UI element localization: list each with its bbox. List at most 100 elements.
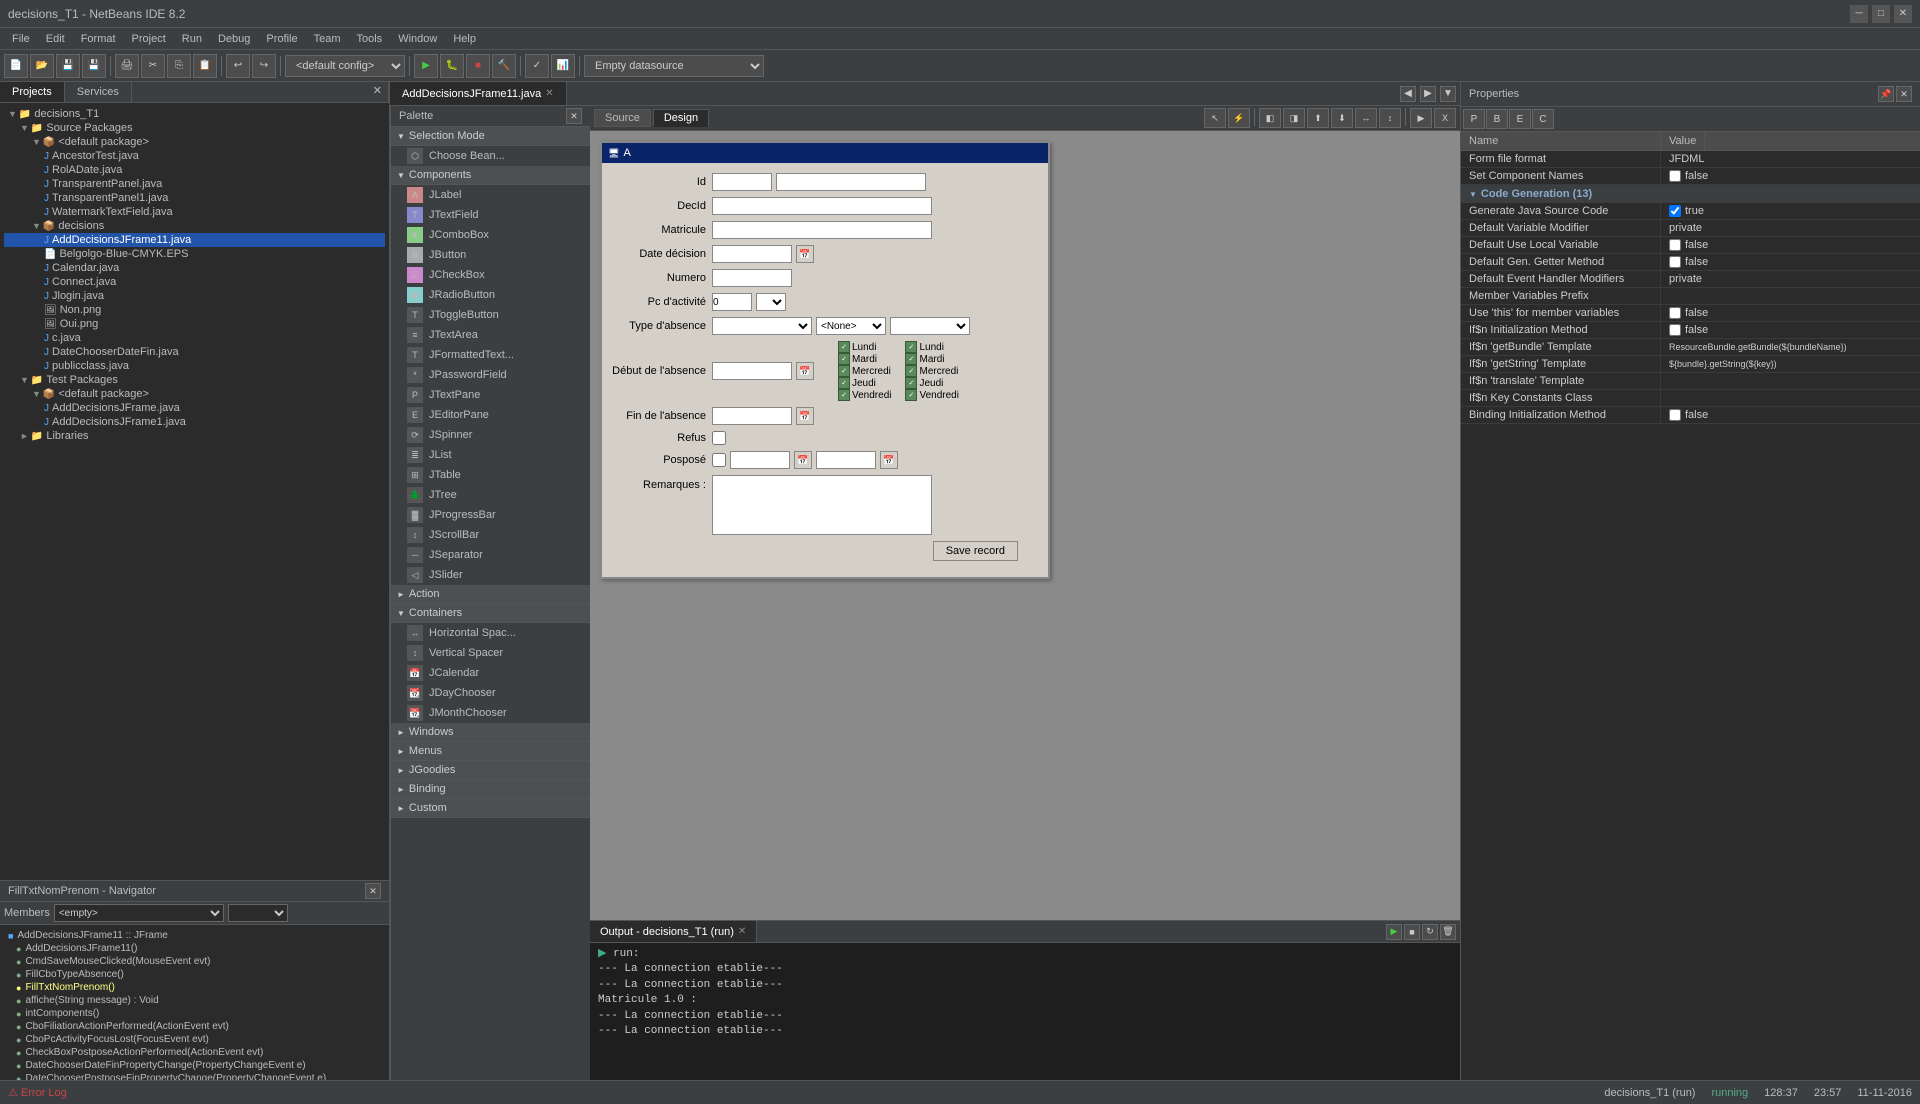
cut-button[interactable]: ✂ [141, 54, 165, 78]
checkbox-jeudi2[interactable]: ✓ [905, 377, 917, 389]
tree-c-java[interactable]: Jc.java [4, 331, 385, 345]
prop-value-binding-init[interactable]: false [1661, 407, 1920, 423]
tree-root[interactable]: ▼ 📁 decisions_T1 [4, 107, 385, 121]
prop-value-default-var-modifier[interactable]: private [1661, 220, 1920, 236]
prop-value-if8n-getstring[interactable]: ${bundle}.getString(${key}) [1661, 356, 1920, 372]
form-select-type-absence3[interactable] [890, 317, 970, 335]
tree-decisions-pkg[interactable]: ▼📦decisions [4, 219, 385, 233]
palette-item-jdaychooser[interactable]: 📆JDayChooser [391, 683, 590, 703]
minimize-button[interactable]: ─ [1850, 5, 1868, 23]
nav-item-cmdsave[interactable]: ●CmdSaveMouseClicked(MouseEvent evt) [4, 955, 385, 968]
props-events-btn[interactable]: E [1509, 109, 1531, 129]
palette-section-windows[interactable]: ► Windows [391, 723, 590, 742]
form-input-id1[interactable] [712, 173, 772, 191]
menu-file[interactable]: File [4, 31, 38, 47]
tree-roldate-java[interactable]: JRolADate.java [4, 163, 385, 177]
tab-close-icon[interactable]: ✕ [545, 88, 553, 99]
profile-btn[interactable]: 📊 [551, 54, 575, 78]
palette-item-jspinner[interactable]: ⟳JSpinner [391, 425, 590, 445]
output-close-icon[interactable]: ✕ [738, 926, 746, 937]
tree-transparent1-java[interactable]: JTransparentPanel1.java [4, 191, 385, 205]
prop-checkbox-gen-java[interactable] [1669, 205, 1681, 217]
date-decision-picker[interactable]: 📅 [796, 245, 814, 263]
nav-close[interactable]: ✕ [365, 883, 381, 899]
tree-default-pkg[interactable]: ▼📦<default package> [4, 135, 385, 149]
prop-value-set-component-names[interactable]: false [1661, 168, 1920, 184]
nav-item-datepostpose[interactable]: ●DateChooserPostposeFinPropertyChange(Pr… [4, 1072, 385, 1080]
checkbox-lundi[interactable]: ✓ [838, 341, 850, 353]
tree-calendar-java[interactable]: JCalendar.java [4, 261, 385, 275]
tree-ancestor-java[interactable]: JAncestorTest.java [4, 149, 385, 163]
maximize-button[interactable]: □ [1872, 5, 1890, 23]
datasource-dropdown[interactable]: Empty datasource [584, 55, 764, 77]
checkbox-lundi2[interactable]: ✓ [905, 341, 917, 353]
nav-item-checkbox[interactable]: ●CheckBoxPostposeActionPerformed(ActionE… [4, 1046, 385, 1059]
palette-close[interactable]: ✕ [566, 108, 582, 124]
save-button[interactable]: 💾 [56, 54, 80, 78]
paste-button[interactable]: 📋 [193, 54, 217, 78]
pospose-picker2[interactable]: 📅 [880, 451, 898, 469]
run-button[interactable]: ▶ [414, 54, 438, 78]
nav-item-constructor[interactable]: ●AddDecisionsJFrame11() [4, 942, 385, 955]
debut-absence-picker[interactable]: 📅 [796, 362, 814, 380]
props-code-btn[interactable]: C [1532, 109, 1554, 129]
form-textarea-remarques[interactable] [712, 475, 932, 535]
undo-button[interactable]: ↩ [226, 54, 250, 78]
save-all-button[interactable]: 💾 [82, 54, 106, 78]
editor-tab-main[interactable]: AddDecisionsJFrame11.java ✕ [390, 82, 567, 105]
services-tab[interactable]: Services [65, 82, 132, 102]
checkbox-mercredi2[interactable]: ✓ [905, 365, 917, 377]
menu-debug[interactable]: Debug [210, 31, 258, 47]
palette-item-jbutton[interactable]: BJButton [391, 245, 590, 265]
center-v[interactable]: ↕ [1379, 108, 1401, 128]
clean-build-button[interactable]: 🔨 [492, 54, 516, 78]
nav-item-filltxt[interactable]: ●FillTxtNomPrenom() [4, 981, 385, 994]
connect-tool[interactable]: ⚡ [1228, 108, 1250, 128]
props-section-code-gen[interactable]: ▼ Code Generation (13) [1461, 185, 1920, 203]
form-input-id2[interactable] [776, 173, 926, 191]
redo-button[interactable]: ↪ [252, 54, 276, 78]
form-select-type-absence[interactable] [712, 317, 812, 335]
checkbox-mardi2[interactable]: ✓ [905, 353, 917, 365]
menu-format[interactable]: Format [73, 31, 124, 47]
close-button[interactable]: ✕ [1894, 5, 1912, 23]
prev-editor-button[interactable]: ◀ [1400, 86, 1416, 102]
next-editor-button[interactable]: ▶ [1420, 86, 1436, 102]
prop-value-if8n-init[interactable]: false [1661, 322, 1920, 338]
prop-value-default-gen-getter[interactable]: false [1661, 254, 1920, 270]
align-bottom[interactable]: ⬇ [1331, 108, 1353, 128]
palette-item-jtextpane[interactable]: PJTextPane [391, 385, 590, 405]
output-stop-btn[interactable]: ■ [1404, 924, 1420, 940]
palette-item-jcalendar[interactable]: 📅JCalendar [391, 663, 590, 683]
form-input-pospose2[interactable] [816, 451, 876, 469]
align-top[interactable]: ⬆ [1307, 108, 1329, 128]
props-binding-btn[interactable]: B [1486, 109, 1508, 129]
palette-item-jmonthchooser[interactable]: 📆JMonthChooser [391, 703, 590, 723]
nav-item-cbopc[interactable]: ●CboPcActivityFocusLost(FocusEvent evt) [4, 1033, 385, 1046]
form-select-pc-activite[interactable] [756, 293, 786, 311]
checkbox-mercredi[interactable]: ✓ [838, 365, 850, 377]
tree-belgolgo[interactable]: 📄Belgolgo-Blue-CMYK.EPS [4, 247, 385, 261]
prop-value-use-this[interactable]: false [1661, 305, 1920, 321]
output-rerun-btn[interactable]: ↻ [1422, 924, 1438, 940]
palette-item-hspacer[interactable]: ↔Horizontal Spac... [391, 623, 590, 643]
pospose-picker1[interactable]: 📅 [794, 451, 812, 469]
menu-edit[interactable]: Edit [38, 31, 73, 47]
palette-item-jcheckbox[interactable]: ☑JCheckBox [391, 265, 590, 285]
preview-button[interactable]: ▶ [1410, 108, 1432, 128]
output-run-btn[interactable]: ▶ [1386, 924, 1402, 940]
palette-section-components[interactable]: ▼ Components [391, 166, 590, 185]
tree-non-png[interactable]: 🖼Non.png [4, 303, 385, 317]
palette-item-jcombobox[interactable]: ▼JComboBox [391, 225, 590, 245]
tree-test-packages[interactable]: ▼📁Test Packages [4, 373, 385, 387]
nav-item-cbofil[interactable]: ●CboFiliationActionPerformed(ActionEvent… [4, 1020, 385, 1033]
tree-watermark-java[interactable]: JWatermarkTextField.java [4, 205, 385, 219]
tree-transparent-java[interactable]: JTransparentPanel.java [4, 177, 385, 191]
checkbox-jeudi[interactable]: ✓ [838, 377, 850, 389]
center-h[interactable]: ↔ [1355, 108, 1377, 128]
config-dropdown[interactable]: <default config> [285, 55, 405, 77]
tree-addframe-java[interactable]: JAddDecisionsJFrame.java [4, 401, 385, 415]
palette-item-jscrollbar[interactable]: ↕JScrollBar [391, 525, 590, 545]
palette-item-jtextfield[interactable]: TJTextField [391, 205, 590, 225]
form-input-numero[interactable] [712, 269, 792, 287]
